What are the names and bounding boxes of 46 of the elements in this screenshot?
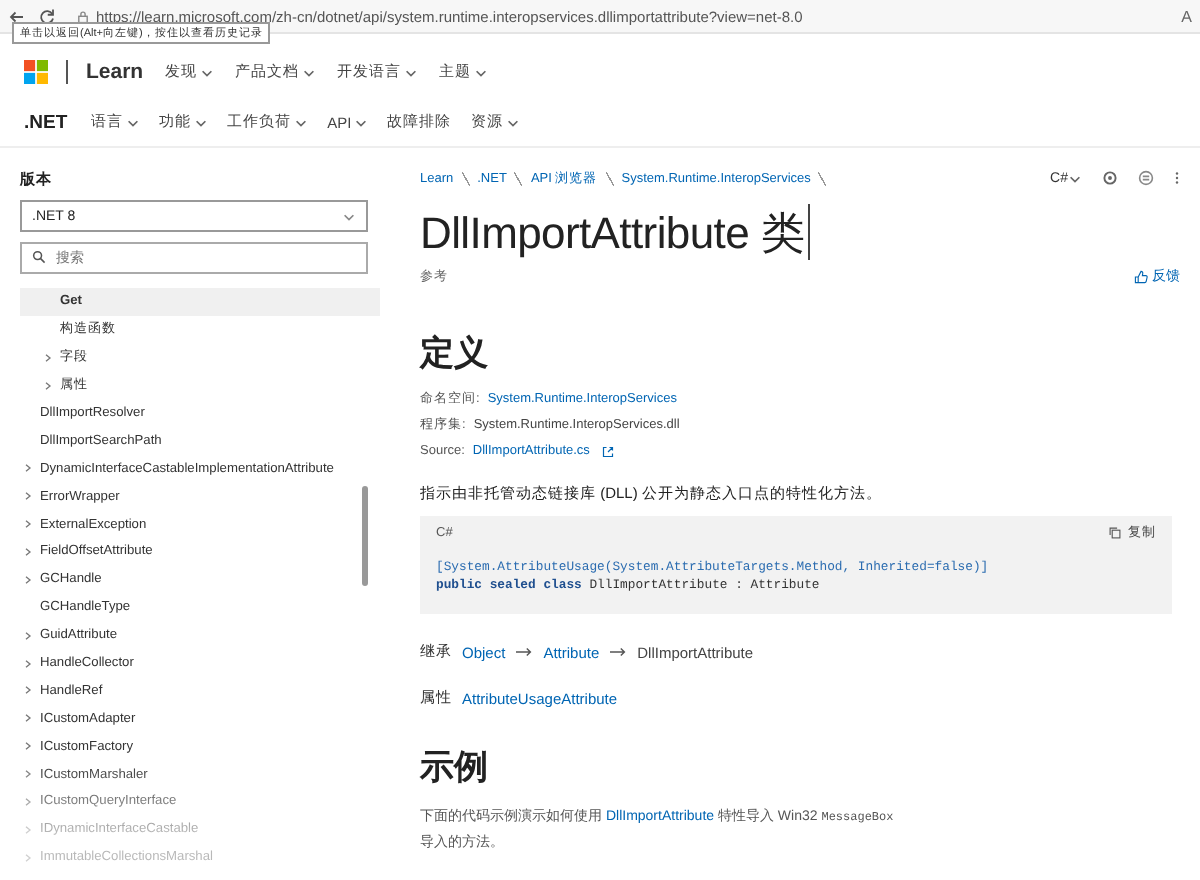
chevron-icon <box>24 490 32 503</box>
settings-icon[interactable] <box>1102 170 1118 186</box>
arrow-icon <box>609 646 628 658</box>
section-heading: 示例 <box>420 746 490 790</box>
chevron-icon <box>24 795 32 808</box>
chevron-icon <box>24 712 32 725</box>
brand-link[interactable]: Learn <box>86 60 144 84</box>
caret-icon <box>199 65 214 79</box>
list-icon[interactable] <box>1138 170 1154 186</box>
chevron-icon <box>24 740 32 753</box>
chevron-icon <box>44 379 52 392</box>
back-icon[interactable] <box>8 7 26 25</box>
caret-icon <box>473 65 488 79</box>
logo-icon[interactable] <box>24 60 48 84</box>
caret-icon <box>505 115 520 129</box>
chevron-icon <box>24 545 32 558</box>
product-title[interactable]: .NET <box>24 111 68 133</box>
chevron-icon <box>24 823 32 836</box>
search-icon <box>32 250 46 264</box>
caret-icon <box>1068 171 1082 185</box>
caret-icon <box>342 209 356 223</box>
thumbs-up-icon <box>1134 269 1148 283</box>
chevron-icon <box>24 851 32 864</box>
caret-icon <box>293 115 308 129</box>
reload-icon[interactable] <box>38 7 56 25</box>
chevron-icon <box>24 768 32 781</box>
page-title: DllImportAttribute 类 <box>420 204 811 260</box>
lock-icon <box>76 9 90 23</box>
more-icon[interactable] <box>1174 170 1180 186</box>
chevron-icon <box>24 518 32 531</box>
copy-icon <box>1108 526 1122 540</box>
caret-icon <box>353 115 368 129</box>
reader-mode-button[interactable]: A <box>1181 7 1192 25</box>
scrollbar-thumb[interactable] <box>362 486 368 586</box>
chevron-icon <box>44 351 52 364</box>
chevron-icon <box>24 462 32 475</box>
caret-icon <box>125 115 140 129</box>
chevron-icon <box>24 573 32 586</box>
chevron-icon <box>24 684 32 697</box>
caret-icon <box>403 65 418 79</box>
chevron-icon <box>24 629 32 642</box>
chevron-icon <box>24 657 32 670</box>
section-heading: 定义 <box>420 332 490 376</box>
caret-icon <box>193 115 208 129</box>
caret-icon <box>301 65 316 79</box>
arrow-icon <box>515 646 534 658</box>
